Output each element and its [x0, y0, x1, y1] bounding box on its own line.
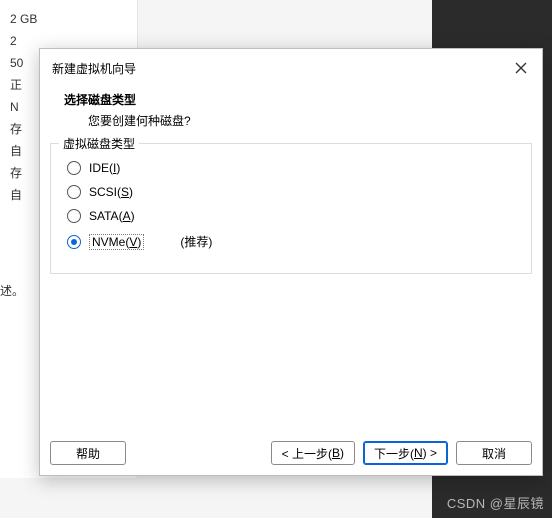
radio-icon — [67, 209, 81, 223]
cancel-button[interactable]: 取消 — [456, 441, 532, 465]
radio-icon — [67, 235, 81, 249]
radio-icon — [67, 161, 81, 175]
radio-option-ide[interactable]: IDE(I) — [63, 156, 519, 180]
bg-item: 2 GB — [10, 8, 127, 30]
help-button[interactable]: 帮助 — [50, 441, 126, 465]
radio-option-sata[interactable]: SATA(A) — [63, 204, 519, 228]
radio-option-nvme[interactable]: NVMe(V) (推荐) — [63, 228, 519, 255]
bg-description: 述。 — [0, 280, 24, 302]
next-button[interactable]: 下一步(N) > — [363, 441, 448, 465]
group-legend: 虚拟磁盘类型 — [59, 135, 139, 152]
dialog-titlebar: 新建虚拟机向导 — [40, 49, 542, 87]
close-icon — [515, 62, 527, 74]
radio-option-scsi[interactable]: SCSI(S) — [63, 180, 519, 204]
watermark-text: CSDN @星辰镜 — [447, 493, 544, 512]
radio-icon — [67, 185, 81, 199]
dialog-footer: 帮助 < 上一步(B) 下一步(N) > 取消 — [40, 433, 542, 475]
option-label: SATA(A) — [89, 209, 135, 223]
header-title: 选择磁盘类型 — [64, 91, 518, 108]
disk-type-group: 虚拟磁盘类型 IDE(I) SCSI(S) SATA(A) NVMe(V) (推… — [50, 143, 532, 274]
back-button[interactable]: < 上一步(B) — [271, 441, 355, 465]
option-label: NVMe(V) — [89, 234, 144, 250]
dialog-title: 新建虚拟机向导 — [52, 60, 136, 77]
option-label: IDE(I) — [89, 161, 120, 175]
header-subtitle: 您要创建何种磁盘? — [64, 112, 518, 129]
recommended-label: (推荐) — [180, 233, 212, 250]
wizard-dialog: 新建虚拟机向导 选择磁盘类型 您要创建何种磁盘? 虚拟磁盘类型 IDE(I) S… — [39, 48, 543, 476]
option-label: SCSI(S) — [89, 185, 133, 199]
close-button[interactable] — [510, 57, 532, 79]
